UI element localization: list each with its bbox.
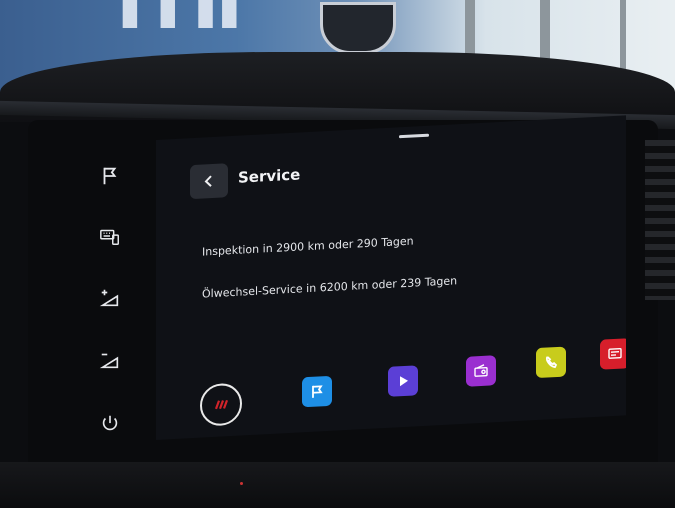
air-vent xyxy=(645,140,675,300)
keyboard-phone-icon[interactable] xyxy=(96,222,124,250)
power-icon[interactable] xyxy=(96,410,124,438)
media-button[interactable] xyxy=(388,365,418,397)
inspection-info: Inspektion in 2900 km oder 290 Tagen xyxy=(202,234,414,259)
radio-icon xyxy=(474,364,488,377)
volume-up-icon[interactable] xyxy=(96,284,124,312)
page-title: Service xyxy=(238,165,301,187)
dashboard-bottom xyxy=(0,462,675,508)
navigation-flag-icon xyxy=(312,385,323,398)
oil-service-info: Ölwechsel-Service in 6200 km oder 239 Ta… xyxy=(202,274,458,301)
phone-button[interactable] xyxy=(536,346,566,379)
background-emblem xyxy=(320,2,396,54)
flag-icon[interactable] xyxy=(96,162,124,190)
volume-down-icon[interactable] xyxy=(96,346,124,374)
phone-icon xyxy=(545,356,558,369)
brand-home-icon xyxy=(214,399,229,410)
back-button[interactable] xyxy=(190,163,228,200)
infotainment-screen: Service Inspektion in 2900 km oder 290 T… xyxy=(156,115,626,440)
car-info-icon xyxy=(608,347,622,359)
media-play-icon xyxy=(400,376,408,387)
hardkey-column xyxy=(86,150,136,440)
background-sign: ▮ ▮ ▮▮ xyxy=(120,0,244,31)
car-info-button[interactable] xyxy=(600,338,626,370)
navigation-button[interactable] xyxy=(302,375,332,408)
brand-home-button[interactable] xyxy=(200,382,242,427)
indicator-led xyxy=(240,482,243,485)
pulldown-handle[interactable] xyxy=(399,133,429,139)
radio-button[interactable] xyxy=(466,355,496,387)
